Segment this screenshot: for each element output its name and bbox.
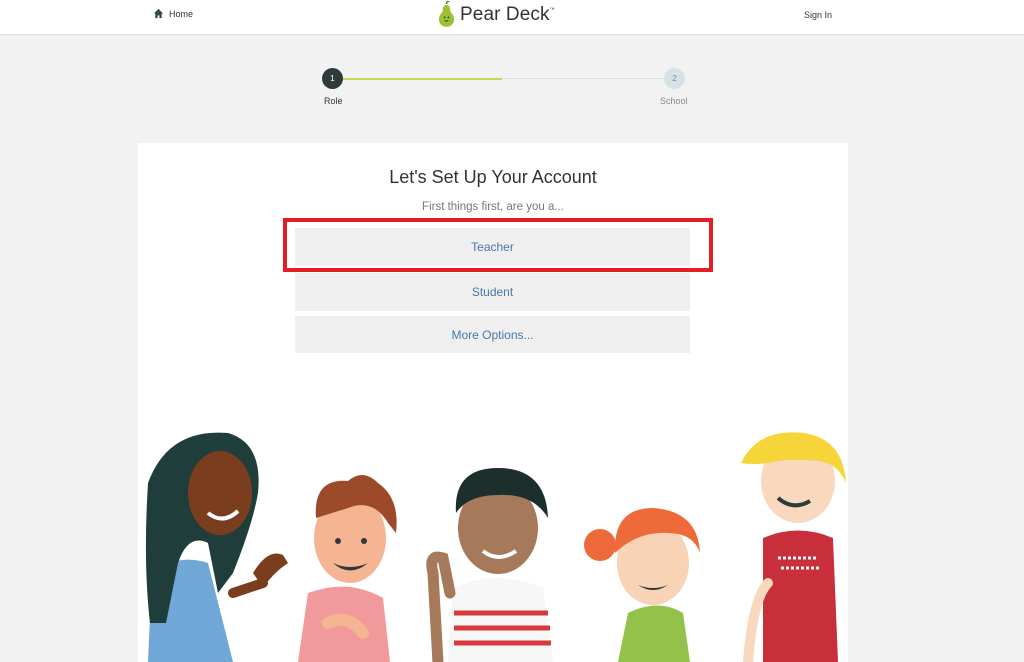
- home-icon: [153, 8, 164, 19]
- kid-boy-brown-hair: [298, 474, 397, 662]
- step-2-label: School: [660, 96, 688, 106]
- kid-boy-curly-hair: [426, 468, 553, 662]
- step-1-label: Role: [324, 96, 343, 106]
- kid-girl-dreadlocks: [145, 432, 288, 662]
- logo-text: Pear Deck™: [460, 3, 555, 25]
- teacher-button[interactable]: Teacher: [295, 228, 690, 266]
- progress-stepper: 1 2 Role School: [322, 68, 692, 108]
- kid-girl-red-hair: [584, 508, 700, 662]
- top-nav-bar: Home Pear Deck™ Sign In: [0, 0, 1024, 34]
- step-2-circle: 2: [664, 68, 685, 89]
- more-options-button[interactable]: More Options...: [295, 316, 690, 353]
- pear-deck-logo[interactable]: Pear Deck™: [437, 1, 555, 28]
- page-subtitle: First things first, are you a...: [422, 201, 564, 213]
- step-remaining-line: [502, 78, 664, 79]
- student-button[interactable]: Student: [295, 273, 690, 311]
- kids-illustration: [145, 432, 846, 662]
- page-title: Let's Set Up Your Account: [389, 167, 597, 187]
- home-link[interactable]: Home: [153, 8, 193, 19]
- pear-icon: [438, 1, 455, 27]
- step-1-circle: 1: [322, 68, 343, 89]
- home-label: Home: [169, 8, 194, 19]
- setup-card: Let's Set Up Your Account First things f…: [138, 143, 848, 662]
- step-progress-line: [334, 78, 502, 80]
- sign-in-link[interactable]: Sign In: [804, 10, 832, 20]
- kid-boy-blond-hair: [741, 432, 846, 662]
